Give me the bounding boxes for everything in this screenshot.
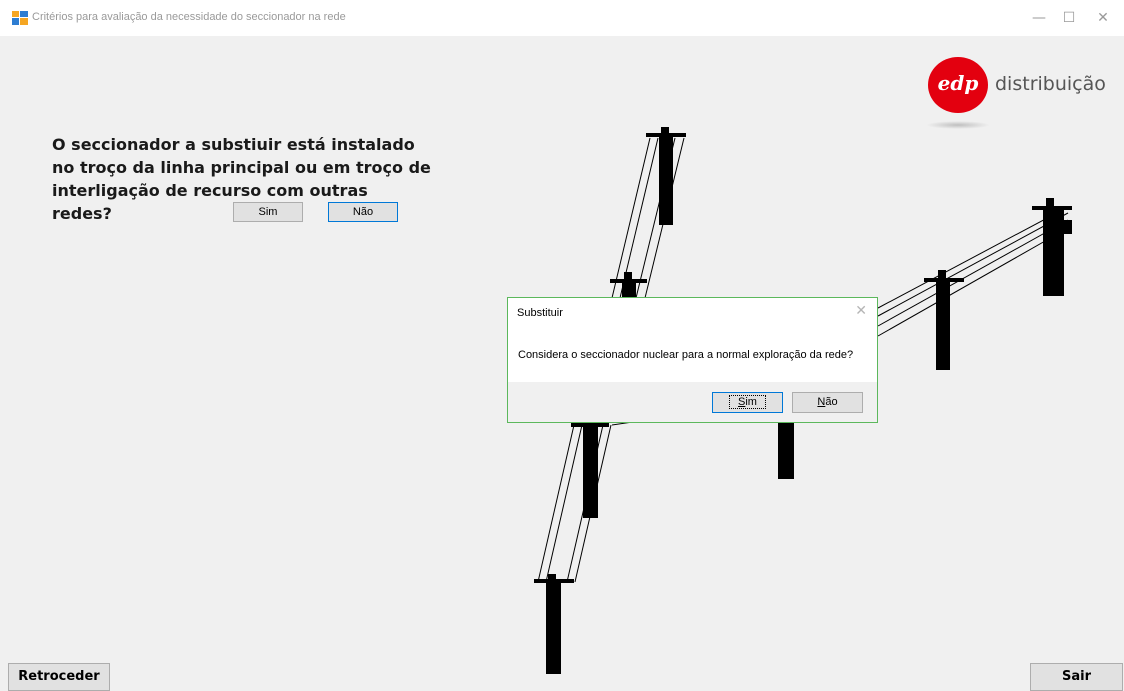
dialog-title: Substituir: [517, 307, 563, 319]
dialog-message: Considera o seccionador nuclear para a n…: [518, 349, 854, 361]
logo-mark: edp: [937, 71, 979, 95]
substituir-dialog: Substituir ✕ Considera o seccionador nuc…: [507, 297, 878, 423]
dialog-yes-label: Sim: [729, 395, 766, 409]
dialog-no-button[interactable]: Não: [792, 392, 863, 413]
question-yes-button[interactable]: Sim: [233, 202, 303, 222]
dialog-yes-rest: im: [745, 396, 757, 408]
logo-shadow: [926, 121, 990, 129]
edp-logo: edp: [928, 57, 988, 113]
dialog-footer: Sim Não: [508, 382, 877, 422]
dialog-no-rest: ão: [825, 396, 838, 408]
back-button[interactable]: Retroceder: [8, 663, 110, 691]
exit-button[interactable]: Sair: [1030, 663, 1123, 691]
dialog-yes-button[interactable]: Sim: [712, 392, 783, 413]
question-no-button[interactable]: Não: [328, 202, 398, 222]
close-icon[interactable]: ✕: [855, 303, 867, 319]
logo-text: distribuição: [995, 73, 1106, 95]
